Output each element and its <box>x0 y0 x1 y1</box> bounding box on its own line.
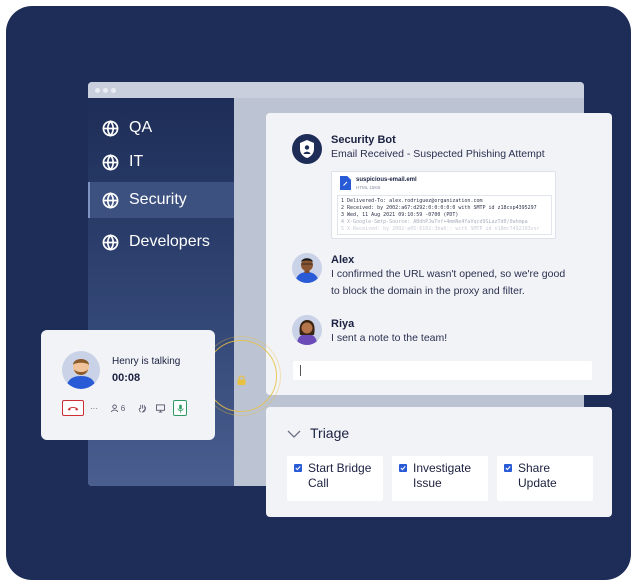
task-label: Share Update <box>518 461 557 490</box>
task-label: Start Bridge Call <box>308 461 372 490</box>
checkbox[interactable] <box>294 464 302 472</box>
triage-task-share-update[interactable]: Share Update <box>497 456 593 501</box>
attachment-filetype: HTML 15KB <box>356 185 381 190</box>
text-caret <box>300 365 301 376</box>
caller-avatar <box>62 351 100 389</box>
call-duration: 00:08 <box>112 372 141 384</box>
globe-icon <box>102 233 119 251</box>
call-card <box>41 330 215 440</box>
message-text: to block the domain in the proxy and fil… <box>331 285 525 297</box>
message-author: Security Bot <box>331 134 396 146</box>
call-status: Henry is talking <box>112 356 181 367</box>
window-titlebar <box>88 82 584 98</box>
checkmark-icon <box>295 466 301 471</box>
code-line: 5 X-Received: by 2002:a05:6102:3ba6:: wi… <box>341 226 540 232</box>
task-label: Investigate Issue <box>413 461 472 490</box>
raise-hand-button[interactable] <box>136 400 148 416</box>
sidebar-item-qa[interactable]: QA <box>88 110 234 146</box>
bot-avatar <box>292 134 322 164</box>
microphone-icon <box>176 404 184 413</box>
file-icon <box>340 176 351 190</box>
screen-share-button[interactable] <box>154 400 166 416</box>
checkmark-icon <box>400 466 406 471</box>
participants-button[interactable]: 6 <box>107 400 129 416</box>
participants-icon <box>110 403 118 412</box>
person-avatar-alex <box>295 258 319 283</box>
more-options-button[interactable]: ··· <box>89 400 99 416</box>
checkmark-icon <box>505 466 511 471</box>
hangup-button[interactable] <box>62 400 84 416</box>
window-dot <box>103 88 108 93</box>
message-author: Riya <box>331 318 355 330</box>
monitor-icon <box>155 403 165 413</box>
code-line: 1 Delivered-To: alex.rodriguez@organizat… <box>341 198 483 204</box>
email-source-preview: 1 Delivered-To: alex.rodriguez@organizat… <box>337 195 552 235</box>
avatar <box>292 253 322 283</box>
triage-title: Triage <box>310 425 350 441</box>
triage-task-investigate-issue[interactable]: Investigate Issue <box>392 456 488 501</box>
sidebar-item-label: IT <box>129 153 144 170</box>
window-dot <box>95 88 100 93</box>
triage-task-start-bridge-call[interactable]: Start Bridge Call <box>287 456 383 501</box>
message-input[interactable] <box>293 361 592 380</box>
person-avatar-henry <box>66 359 96 389</box>
checkbox[interactable] <box>399 464 407 472</box>
message-author: Alex <box>331 254 355 266</box>
hand-icon <box>138 404 146 413</box>
code-line: 4 X-Google-Smtp-Source: ABdhPJwTnf+4mmNe… <box>341 219 528 225</box>
sidebar-item-label: Security <box>129 191 187 208</box>
globe-icon <box>102 119 119 137</box>
lock-icon <box>237 375 246 385</box>
shield-icon <box>300 140 314 158</box>
code-line: 3 Wed, 11 Aug 2021 09:10:59 -0700 (PDT) <box>341 212 459 218</box>
avatar <box>292 315 322 345</box>
phone-hangup-icon <box>67 406 79 410</box>
attachment-filename: suspicious-email.eml <box>356 177 417 183</box>
message-text: I sent a note to the team! <box>331 332 448 344</box>
window-dot <box>111 88 116 93</box>
checkbox[interactable] <box>504 464 512 472</box>
sidebar-item-security[interactable]: Security <box>88 182 234 218</box>
sidebar-item-it[interactable]: IT <box>88 144 234 180</box>
participant-count: 6 <box>120 403 126 413</box>
microphone-button[interactable] <box>173 400 187 416</box>
code-line: 2 Received: by 2002:a67:d292:0:0:0:0:0 w… <box>341 205 537 211</box>
globe-icon <box>102 191 119 209</box>
message-text: I confirmed the URL wasn't opened, so we… <box>331 268 566 280</box>
message-text: Email Received - Suspected Phishing Atte… <box>331 148 545 160</box>
sidebar-item-label: Developers <box>129 233 210 250</box>
sidebar-item-label: QA <box>129 119 153 136</box>
globe-icon <box>102 153 119 171</box>
chevron-down-icon[interactable] <box>287 430 301 438</box>
email-attachment[interactable]: suspicious-email.eml HTML 15KB 1 Deliver… <box>331 171 556 239</box>
sidebar-item-developers[interactable]: Developers <box>88 224 234 260</box>
person-avatar-riya <box>297 320 317 345</box>
